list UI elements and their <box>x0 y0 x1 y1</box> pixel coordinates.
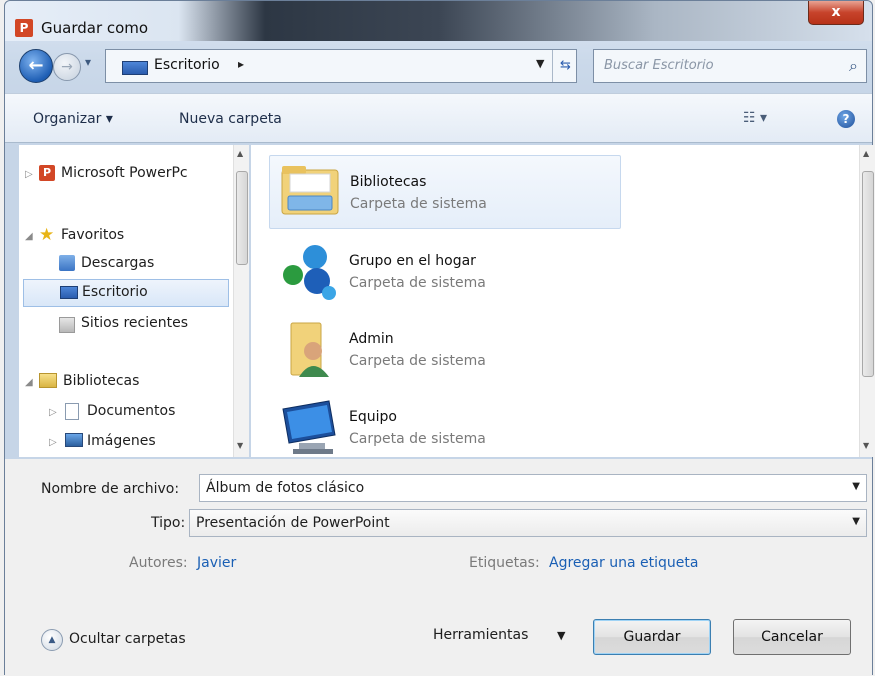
collapse-arrow-icon[interactable]: ◢ <box>25 377 33 388</box>
list-item[interactable]: Equipo Carpeta de sistema <box>269 391 621 465</box>
expand-arrow-icon[interactable]: ▷ <box>49 407 57 418</box>
organize-menu-button[interactable]: Organizar ▾ <box>33 111 113 127</box>
scroll-up-arrow-icon[interactable]: ▲ <box>237 149 243 158</box>
file-type-select[interactable]: Presentación de PowerPoint ▼ <box>189 509 867 537</box>
sidebar-item-documentos[interactable]: Documentos <box>87 403 175 419</box>
downloads-icon <box>59 255 75 271</box>
sidebar-item-imagenes[interactable]: Imágenes <box>87 433 156 449</box>
authors-label: Autores: <box>129 555 188 571</box>
search-input[interactable]: Buscar Escritorio <box>604 58 714 73</box>
collapse-arrow-icon[interactable]: ◢ <box>25 231 33 242</box>
desktop-icon <box>60 286 78 299</box>
save-as-dialog: P Guardar como x ← → ▾ Escritorio ▸ ▼ ⇆ … <box>4 0 875 676</box>
collapse-chevron-up-icon[interactable]: ▲ <box>41 629 63 651</box>
file-type: Carpeta de sistema <box>350 196 487 212</box>
star-icon: ★ <box>39 225 55 245</box>
sidebar-item-bibliotecas[interactable]: Bibliotecas <box>63 373 139 389</box>
tools-chevron-down-icon[interactable]: ▼ <box>557 629 565 642</box>
scroll-up-arrow-icon[interactable]: ▲ <box>863 149 869 158</box>
command-bar: Organizar ▾ Nueva carpeta ☷ ▾ ? <box>5 93 872 143</box>
computer-icon <box>282 400 336 454</box>
tools-menu-button[interactable]: Herramientas <box>433 627 528 643</box>
chevron-down-icon[interactable]: ▼ <box>852 481 860 492</box>
documents-icon <box>65 403 79 420</box>
help-icon[interactable]: ? <box>837 110 855 128</box>
sidebar-item-favoritos[interactable]: Favoritos <box>61 227 124 243</box>
desktop-icon <box>122 61 148 75</box>
tags-label: Etiquetas: <box>469 555 540 571</box>
file-name: Grupo en el hogar <box>349 253 476 269</box>
change-view-icon[interactable]: ☷ ▾ <box>743 110 767 126</box>
navigation-bar: ← → ▾ Escritorio ▸ ▼ ⇆ Buscar Escritorio… <box>5 41 872 91</box>
hide-folders-button[interactable]: Ocultar carpetas <box>69 631 186 647</box>
sidebar-item-microsoft-powerpoint[interactable]: Microsoft PowerPc <box>61 165 188 181</box>
save-button[interactable]: Guardar <box>593 619 711 655</box>
powerpoint-icon: P <box>39 165 55 181</box>
user-folder-icon <box>290 322 329 377</box>
new-folder-button[interactable]: Nueva carpeta <box>179 111 282 127</box>
title-bar: P Guardar como x <box>5 1 872 41</box>
powerpoint-app-icon: P <box>15 19 33 37</box>
back-button[interactable]: ← <box>19 49 53 83</box>
file-name: Equipo <box>349 409 397 425</box>
list-item[interactable]: Grupo en el hogar Carpeta de sistema <box>269 235 621 309</box>
file-name: Admin <box>349 331 394 347</box>
tags-input[interactable]: Agregar una etiqueta <box>549 555 698 571</box>
libraries-folder-icon <box>281 166 339 215</box>
address-dropdown-chevron-down-icon[interactable]: ▼ <box>536 57 544 70</box>
file-list: Bibliotecas Carpeta de sistema Grupo en … <box>251 145 875 457</box>
expand-arrow-icon[interactable]: ▷ <box>25 169 33 180</box>
file-type-value: Presentación de PowerPoint <box>196 515 390 531</box>
list-item[interactable]: Admin Carpeta de sistema <box>269 313 621 387</box>
filename-input[interactable]: Álbum de fotos clásico <box>206 480 364 496</box>
address-separator-chevron-icon[interactable]: ▸ <box>238 57 244 71</box>
pictures-icon <box>65 433 83 447</box>
sidebar-item-escritorio[interactable]: Escritorio <box>23 279 229 307</box>
scrollbar-thumb[interactable] <box>862 171 874 377</box>
navigation-pane: ▷ P Microsoft PowerPc ◢ ★ Favoritos Desc… <box>19 145 249 457</box>
file-type: Carpeta de sistema <box>349 275 486 291</box>
scroll-down-arrow-icon[interactable]: ▼ <box>237 441 243 450</box>
file-list-scrollbar[interactable]: ▲ ▼ <box>859 145 875 457</box>
chevron-down-icon[interactable]: ▼ <box>852 516 860 527</box>
recent-locations-chevron-down-icon[interactable]: ▾ <box>85 55 91 69</box>
scrollbar-thumb[interactable] <box>236 171 248 265</box>
forward-button[interactable]: → <box>53 53 81 81</box>
search-box[interactable]: Buscar Escritorio ⌕ <box>593 49 867 83</box>
sidebar-item-sitios-recientes[interactable]: Sitios recientes <box>81 315 188 331</box>
type-label: Tipo: <box>151 515 186 531</box>
window-title: Guardar como <box>41 19 149 37</box>
address-path[interactable]: Escritorio <box>154 57 220 73</box>
cancel-button[interactable]: Cancelar <box>733 619 851 655</box>
filename-field[interactable]: Álbum de fotos clásico ▼ <box>199 474 867 502</box>
sidebar-item-descargas[interactable]: Descargas <box>81 255 154 271</box>
libraries-icon <box>39 373 57 388</box>
file-type: Carpeta de sistema <box>349 431 486 447</box>
filename-label: Nombre de archivo: <box>41 481 180 497</box>
close-button[interactable]: x <box>808 1 864 25</box>
refresh-icon[interactable]: ⇆ <box>552 50 578 82</box>
address-bar[interactable]: Escritorio ▸ ▼ ⇆ <box>105 49 577 83</box>
scroll-down-arrow-icon[interactable]: ▼ <box>863 441 869 450</box>
file-name: Bibliotecas <box>350 174 427 190</box>
list-item[interactable]: Bibliotecas Carpeta de sistema <box>269 155 621 229</box>
authors-value[interactable]: Javier <box>197 555 236 571</box>
save-options-panel: Nombre de archivo: Álbum de fotos clásic… <box>5 459 872 676</box>
expand-arrow-icon[interactable]: ▷ <box>49 437 57 448</box>
search-icon[interactable]: ⌕ <box>849 56 858 76</box>
navigation-scrollbar[interactable]: ▲ ▼ <box>233 145 249 457</box>
sidebar-item-label: Escritorio <box>82 284 148 300</box>
recent-places-icon <box>59 317 75 333</box>
homegroup-icon <box>283 245 336 300</box>
file-type: Carpeta de sistema <box>349 353 486 369</box>
